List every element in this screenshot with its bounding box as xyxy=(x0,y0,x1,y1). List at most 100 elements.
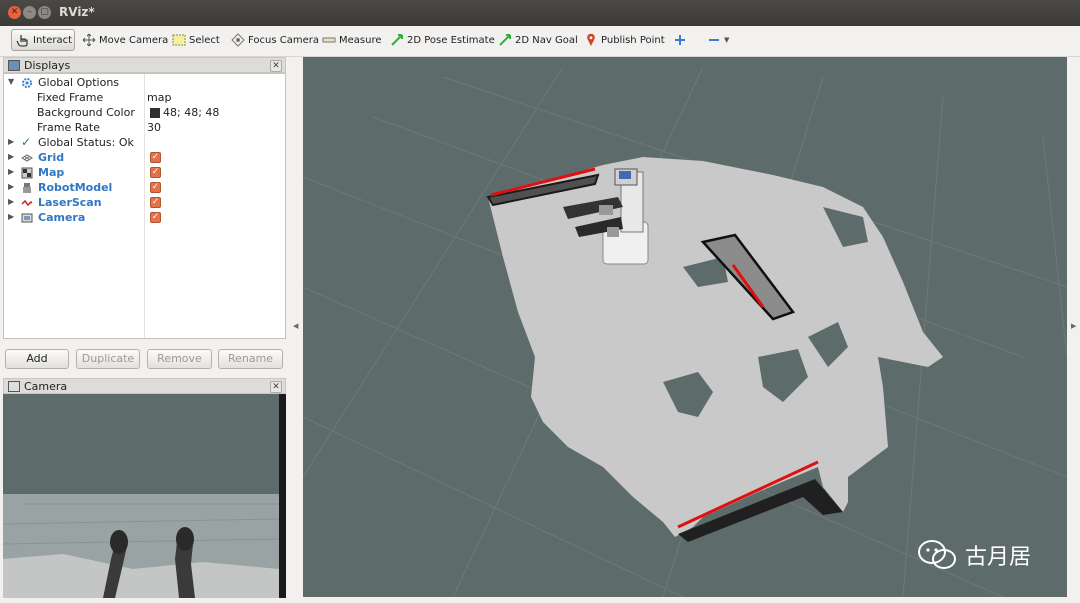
color-swatch[interactable] xyxy=(150,108,160,118)
displays-panel-header: Displays ✕ xyxy=(3,57,286,73)
map-pin-icon xyxy=(584,33,598,47)
robot-icon xyxy=(21,182,33,194)
gear-icon xyxy=(21,77,33,89)
move-arrows-icon xyxy=(82,33,96,47)
title-bar: ✕ – ▢ RViz* xyxy=(0,0,1080,27)
3d-viewport[interactable] xyxy=(303,57,1067,597)
minimize-window-icon[interactable]: – xyxy=(23,6,36,19)
camera-view[interactable] xyxy=(3,394,286,598)
displays-tree: ▼ Global Options Fixed Frame map Backgro… xyxy=(3,73,286,339)
move-camera-label: Move Camera xyxy=(99,34,169,46)
measure-tool-button[interactable]: Measure xyxy=(318,29,386,51)
chevron-right-icon[interactable]: ▶ xyxy=(8,167,14,176)
remove-button[interactable]: Remove xyxy=(147,349,212,369)
frame-rate-value[interactable]: 30 xyxy=(147,121,161,134)
green-arrow-icon xyxy=(390,33,404,47)
displays-panel-title: Displays xyxy=(24,58,71,72)
interact-tool-button[interactable]: Interact xyxy=(11,29,75,51)
frame-rate-label: Frame Rate xyxy=(37,121,100,134)
close-window-icon[interactable]: ✕ xyxy=(8,6,21,19)
fixed-frame-label: Fixed Frame xyxy=(37,91,104,104)
display-item-map[interactable]: ▶ Map ✓ xyxy=(4,166,285,181)
select-label: Select xyxy=(189,34,220,46)
minus-icon xyxy=(707,33,721,47)
global-options-row[interactable]: ▼ Global Options xyxy=(4,76,285,91)
hand-cursor-icon xyxy=(16,33,30,47)
watermark: 古月居 xyxy=(917,538,1031,572)
collapse-left-icon[interactable]: ◀ xyxy=(293,322,298,330)
interact-label: Interact xyxy=(33,34,73,46)
camera-panel-title: Camera xyxy=(24,379,68,393)
background-color-label: Background Color xyxy=(37,106,135,119)
toolbar: Interact Move Camera Select Focus Camera… xyxy=(0,26,1080,57)
laserscan-label: LaserScan xyxy=(38,196,102,209)
add-tool-button[interactable] xyxy=(669,29,694,51)
focus-camera-label: Focus Camera xyxy=(248,34,319,46)
camera-panel-header: Camera ✕ xyxy=(3,378,286,394)
duplicate-button[interactable]: Duplicate xyxy=(76,349,140,369)
ruler-icon xyxy=(322,33,336,47)
camera-image xyxy=(3,394,286,598)
window-title: RViz* xyxy=(59,5,95,19)
camera-label: Camera xyxy=(38,211,86,224)
select-box-icon xyxy=(172,33,186,47)
chevron-right-icon[interactable]: ▶ xyxy=(8,137,14,146)
collapse-right-icon[interactable]: ▶ xyxy=(1071,322,1076,330)
rviz-scene xyxy=(303,66,1067,597)
map-label: Map xyxy=(38,166,65,179)
nav-goal-label: 2D Nav Goal xyxy=(515,34,578,46)
frame-rate-row[interactable]: Frame Rate 30 xyxy=(4,121,285,136)
chevron-right-icon[interactable]: ▶ xyxy=(8,182,14,191)
grid-icon xyxy=(21,152,33,164)
global-status-label: Global Status: Ok xyxy=(38,136,134,149)
camera-checkbox[interactable]: ✓ xyxy=(150,212,161,223)
display-item-robotmodel[interactable]: ▶ RobotModel ✓ xyxy=(4,181,285,196)
pose-estimate-tool-button[interactable]: 2D Pose Estimate xyxy=(386,29,499,51)
display-item-laserscan[interactable]: ▶ LaserScan ✓ xyxy=(4,196,285,211)
add-button[interactable]: Add xyxy=(5,349,69,369)
map-checkbox[interactable]: ✓ xyxy=(150,167,161,178)
watermark-text: 古月居 xyxy=(965,545,1032,570)
display-item-grid[interactable]: ▶ Grid ✓ xyxy=(4,151,285,166)
robotmodel-checkbox[interactable]: ✓ xyxy=(150,182,161,193)
occupancy-map xyxy=(488,157,943,537)
global-status-row[interactable]: ▶ ✓ Global Status: Ok xyxy=(4,135,285,151)
global-options-label: Global Options xyxy=(38,76,120,89)
rename-button[interactable]: Rename xyxy=(218,349,283,369)
robotmodel-label: RobotModel xyxy=(38,181,113,194)
move-camera-tool-button[interactable]: Move Camera xyxy=(78,29,172,51)
background-color-value[interactable]: 48; 48; 48 xyxy=(163,106,219,119)
select-tool-button[interactable]: Select xyxy=(168,29,224,51)
nav-goal-tool-button[interactable]: 2D Nav Goal xyxy=(494,29,582,51)
monitor-icon xyxy=(8,59,20,71)
focus-camera-tool-button[interactable]: Focus Camera xyxy=(227,29,323,51)
measure-label: Measure xyxy=(339,34,382,46)
close-panel-icon[interactable]: ✕ xyxy=(270,381,282,393)
fixed-frame-row[interactable]: Fixed Frame map xyxy=(4,91,285,106)
maximize-window-icon[interactable]: ▢ xyxy=(38,6,51,19)
focus-target-icon xyxy=(231,33,245,47)
chevron-right-icon[interactable]: ▶ xyxy=(8,197,14,206)
pose-estimate-label: 2D Pose Estimate xyxy=(407,34,495,46)
grid-checkbox[interactable]: ✓ xyxy=(150,152,161,163)
plus-icon xyxy=(673,33,687,47)
display-item-camera[interactable]: ▶ Camera ✓ xyxy=(4,211,285,226)
fixed-frame-value[interactable]: map xyxy=(147,91,171,104)
publish-point-label: Publish Point xyxy=(601,34,665,46)
chevron-down-icon[interactable]: ▼ xyxy=(8,77,14,86)
camera-icon xyxy=(8,380,20,392)
laserscan-checkbox[interactable]: ✓ xyxy=(150,197,161,208)
publish-point-tool-button[interactable]: Publish Point xyxy=(580,29,669,51)
green-arrow-icon xyxy=(498,33,512,47)
background-color-row[interactable]: Background Color 48; 48; 48 xyxy=(4,106,285,121)
chevron-down-icon[interactable]: ▼ xyxy=(724,36,729,44)
check-icon: ✓ xyxy=(21,135,32,149)
remove-tool-button[interactable]: ▼ xyxy=(703,29,733,51)
chevron-right-icon[interactable]: ▶ xyxy=(8,152,14,161)
chevron-right-icon[interactable]: ▶ xyxy=(8,212,14,221)
map-icon xyxy=(21,167,33,179)
wechat-icon xyxy=(918,540,956,569)
close-panel-icon[interactable]: ✕ xyxy=(270,60,282,72)
camera-icon xyxy=(21,212,33,224)
grid-label: Grid xyxy=(38,151,65,164)
